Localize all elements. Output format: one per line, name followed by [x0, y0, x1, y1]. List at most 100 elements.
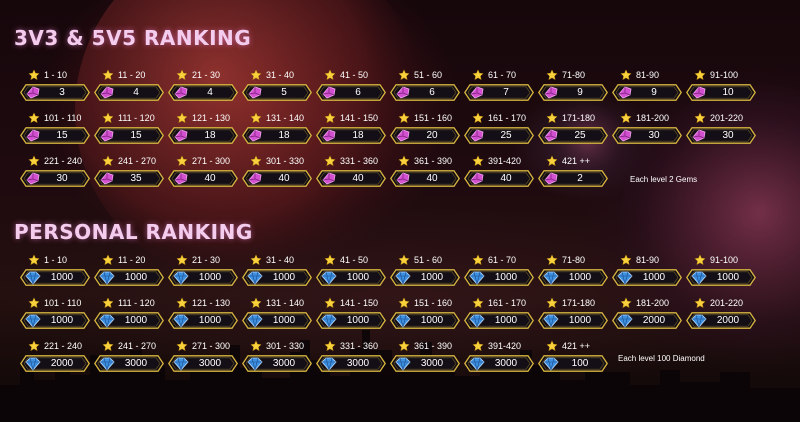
star-icon	[546, 68, 558, 80]
reward-badge: 3000	[390, 355, 460, 372]
star-icon	[324, 339, 336, 351]
diamond-icon	[173, 271, 189, 285]
diamond-icon	[321, 271, 337, 285]
reward-amount: 9	[577, 87, 583, 98]
reward-badge: 15	[94, 127, 164, 144]
star-icon	[102, 253, 114, 265]
rank-range: 21 - 30	[192, 254, 221, 265]
rank-range: 331 - 360	[340, 155, 379, 166]
rank-range: 221 - 240	[44, 155, 83, 166]
rank-row: 61 - 70	[464, 67, 536, 82]
rank-row: 171-180	[538, 295, 610, 310]
rank-row: 121 - 130	[168, 295, 240, 310]
star-icon	[250, 339, 262, 351]
reward-badge: 18	[316, 127, 386, 144]
rank-row: 331 - 360	[316, 338, 388, 353]
gem-icon	[248, 172, 262, 185]
reward-amount: 30	[722, 130, 734, 141]
rank-row: 81-90	[612, 67, 684, 82]
reward-badge: 1000	[20, 269, 90, 286]
reward-badge: 1000	[94, 269, 164, 286]
diamond-icon	[543, 271, 559, 285]
reward-tier: 391-420 40	[464, 153, 536, 187]
reward-badge: 1000	[168, 312, 238, 329]
star-icon	[102, 339, 114, 351]
reward-amount: 1000	[198, 272, 222, 283]
reward-amount: 40	[204, 173, 216, 184]
reward-amount: 18	[278, 130, 290, 141]
rank-row: 101 - 110	[20, 110, 92, 125]
diamond-icon	[617, 271, 633, 285]
reward-badge: 1000	[538, 312, 608, 329]
diamond-icon	[25, 314, 41, 328]
reward-amount: 1000	[50, 272, 74, 283]
rank-row: 1 - 10	[20, 252, 92, 267]
star-icon	[620, 111, 632, 123]
reward-badge: 6	[390, 84, 460, 101]
reward-amount: 1000	[272, 315, 296, 326]
reward-tier: 101 - 110 15	[20, 110, 92, 144]
gem-icon	[248, 86, 262, 99]
reward-amount: 30	[56, 173, 68, 184]
gem-icon	[322, 172, 336, 185]
gem-icon	[396, 129, 410, 142]
reward-tier: 121 - 130 1000	[168, 295, 240, 329]
gem-icon	[544, 129, 558, 142]
reward-badge: 1000	[168, 269, 238, 286]
reward-amount: 6	[355, 87, 361, 98]
rank-range: 201-220	[710, 297, 744, 308]
rank-range: 131 - 140	[266, 112, 305, 123]
reward-badge: 1000	[612, 269, 682, 286]
reward-tier: 11 - 20 1000	[94, 252, 166, 286]
rank-range: 131 - 140	[266, 297, 305, 308]
reward-tier: 61 - 70 7	[464, 67, 536, 101]
reward-badge: 9	[612, 84, 682, 101]
rank-range: 201-220	[710, 112, 744, 123]
reward-badge: 40	[168, 170, 238, 187]
diamond-icon	[99, 314, 115, 328]
diamond-icon	[469, 314, 485, 328]
rank-range: 101 - 110	[44, 112, 82, 123]
reward-badge: 25	[538, 127, 608, 144]
reward-badge: 100	[538, 355, 608, 372]
rank-range: 421 ++	[562, 155, 591, 166]
reward-tier: 221 - 240 30	[20, 153, 92, 187]
star-icon	[102, 154, 114, 166]
reward-badge: 2000	[612, 312, 682, 329]
rank-row: 131 - 140	[242, 295, 314, 310]
star-icon	[398, 296, 410, 308]
reward-amount: 25	[574, 130, 586, 141]
rank-row: 71-80	[538, 67, 610, 82]
reward-tier: 301 - 330 3000	[242, 338, 314, 372]
rank-row: 141 - 150	[316, 295, 388, 310]
reward-amount: 1000	[568, 315, 592, 326]
star-icon	[176, 296, 188, 308]
reward-badge: 18	[242, 127, 312, 144]
rank-range: 421 ++	[562, 340, 591, 351]
reward-badge: 5	[242, 84, 312, 101]
rank-row: 131 - 140	[242, 110, 314, 125]
star-icon	[324, 68, 336, 80]
reward-amount: 15	[130, 130, 142, 141]
reward-badge: 3000	[316, 355, 386, 372]
star-icon	[546, 253, 558, 265]
gem-icon	[692, 129, 706, 142]
gem-icon	[174, 172, 188, 185]
star-icon	[250, 68, 262, 80]
reward-badge: 30	[20, 170, 90, 187]
rank-row: 61 - 70	[464, 252, 536, 267]
reward-amount: 7	[503, 87, 509, 98]
reward-badge: 1000	[94, 312, 164, 329]
rank-range: 301 - 330	[266, 340, 305, 351]
rank-range: 101 - 110	[44, 297, 82, 308]
rank-row: 41 - 50	[316, 252, 388, 267]
rank-range: 111 - 120	[118, 112, 155, 123]
rank-row: 151 - 160	[390, 110, 462, 125]
reward-tier: 201-220 30	[686, 110, 758, 144]
reward-badge: 4	[94, 84, 164, 101]
reward-amount: 40	[426, 173, 438, 184]
reward-amount: 2	[577, 173, 583, 184]
reward-tier: 91-100 10	[686, 67, 758, 101]
rank-row: 161 - 170	[464, 295, 536, 310]
personal-ranking-title: PERSONAL RANKING	[14, 220, 253, 244]
